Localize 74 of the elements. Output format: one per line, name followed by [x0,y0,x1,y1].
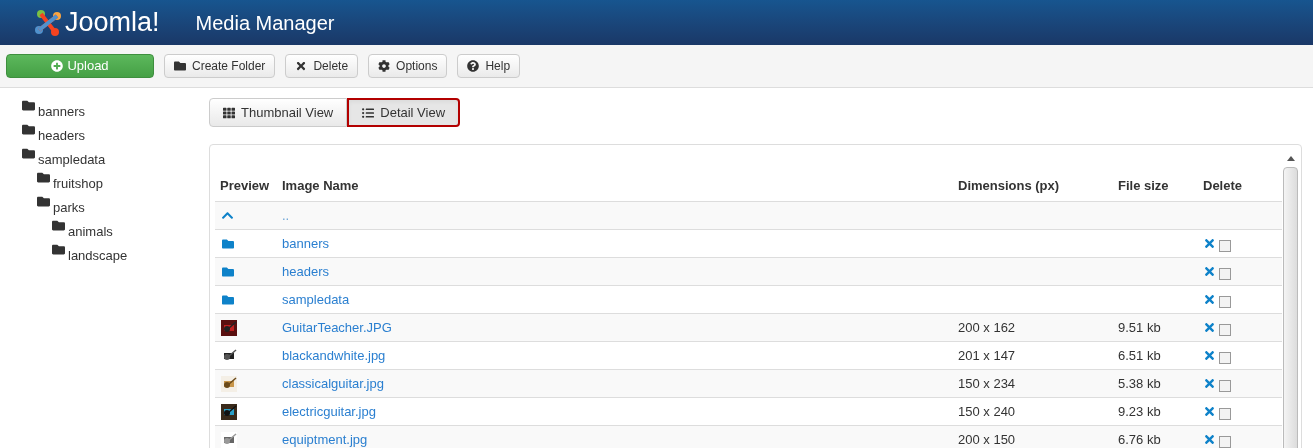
delete-icon[interactable] [1203,321,1216,334]
file-size-text: 9.23 kb [1118,404,1161,419]
scroll-thumb[interactable] [1283,167,1298,448]
toolbar-button[interactable]: Delete [285,54,359,78]
folder-link[interactable]: sampledata [38,153,106,166]
folder-icon [51,219,66,232]
toolbar-button[interactable]: Create Folder [164,54,276,78]
checkbox[interactable] [1219,435,1231,448]
view-tab[interactable]: Thumbnail View [209,98,348,127]
dimensions-text: 150 x 234 [958,376,1016,391]
folder-link[interactable]: banners [38,105,85,118]
checkbox[interactable] [1219,407,1231,420]
column-header: Delete [1202,176,1244,195]
close-icon [295,60,308,72]
folder-icon [51,243,66,256]
folder-link[interactable]: headers [38,129,85,142]
page-title: Media Manager [195,12,335,33]
folder-icon [174,60,186,72]
logo-icon [33,7,63,38]
file-size-text: 6.76 kb [1118,432,1161,447]
column-header: Dimensions (px) [957,176,1061,195]
dimensions-text: 200 x 150 [958,432,1016,447]
view-tab[interactable]: Detail View [347,98,461,127]
folder-icon [36,195,51,208]
checkbox[interactable] [1219,351,1231,364]
checkbox[interactable] [1219,323,1231,336]
folder-icon [21,99,36,112]
grid-icon [223,106,235,119]
folder-icon [221,293,235,306]
folder-icon [21,147,36,160]
toolbar-button[interactable]: Help [457,54,521,78]
delete-icon[interactable] [1203,237,1216,250]
folder-link[interactable]: animals [68,225,113,238]
file-size-text: 5.38 kb [1118,376,1161,391]
checkbox[interactable] [1219,295,1231,308]
file-link[interactable]: banners [282,236,329,251]
logo-text: Joomla! [65,9,160,36]
up-icon[interactable] [221,209,234,222]
folder-link[interactable]: fruitshop [53,177,103,190]
file-link[interactable]: blackandwhite.jpg [282,348,386,363]
column-header: Preview [219,176,271,195]
toolbar-button[interactable]: Options [368,54,448,78]
folder-icon [221,237,235,250]
delete-icon[interactable] [1203,433,1216,446]
file-link[interactable]: equiptment.jpg [282,432,368,447]
file-link[interactable]: GuitarTeacher.JPG [282,320,392,335]
file-link[interactable]: headers [282,264,329,279]
file-link[interactable]: classicalguitar.jpg [282,376,384,391]
dimensions-text: 200 x 162 [958,320,1016,335]
folder-icon [36,171,51,184]
file-size-text: 9.51 kb [1118,320,1161,335]
help-icon [467,60,480,72]
checkbox[interactable] [1219,239,1231,252]
file-link[interactable]: electricguitar.jpg [282,404,376,419]
delete-icon[interactable] [1203,405,1216,418]
list-icon [362,106,375,119]
settings-icon [378,60,391,72]
folder-link[interactable]: parks [53,201,85,214]
scroll-up-icon[interactable] [1286,155,1295,161]
folder-icon [221,265,235,278]
column-header: Image Name [281,176,360,195]
file-size-text: 6.51 kb [1118,348,1161,363]
delete-icon[interactable] [1203,349,1216,362]
file-link[interactable]: sampledata [282,292,350,307]
folder-link[interactable]: landscape [68,249,128,262]
checkbox[interactable] [1219,267,1231,280]
delete-icon[interactable] [1203,293,1216,306]
folder-icon [21,123,36,136]
delete-icon[interactable] [1203,377,1216,390]
column-header: File size [1117,176,1170,195]
delete-icon[interactable] [1203,265,1216,278]
checkbox[interactable] [1219,379,1231,392]
dimensions-text: 201 x 147 [958,348,1016,363]
dimensions-text: 150 x 240 [958,404,1016,419]
